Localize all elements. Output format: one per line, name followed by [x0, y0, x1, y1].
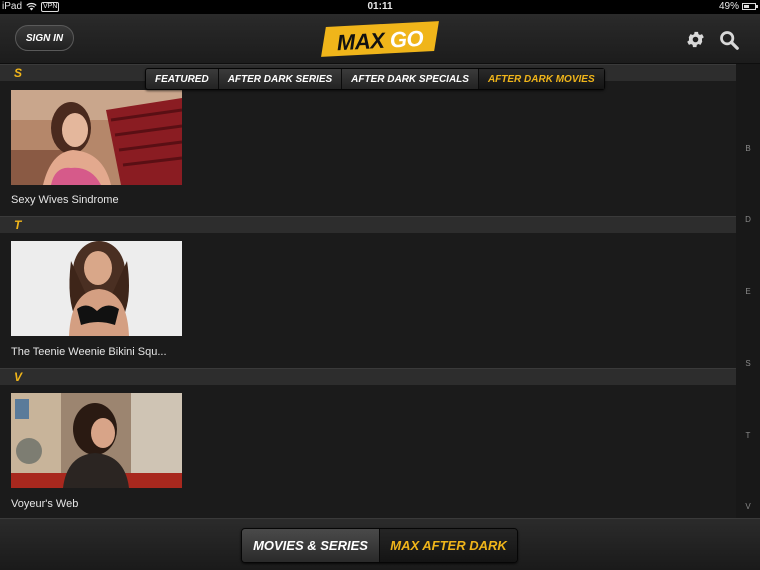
status-bar: iPad VPN 01:11 49% — [0, 0, 760, 14]
index-letter-v[interactable]: V — [736, 502, 760, 511]
thumbnail[interactable] — [11, 393, 182, 488]
title-list[interactable]: S Sexy Wives Sindrome T The Teenie Weeni… — [0, 64, 736, 518]
title-sexy-wives-sindrome[interactable]: Sexy Wives Sindrome — [11, 194, 119, 206]
thumbnail[interactable] — [11, 90, 182, 185]
tab-after-dark-movies[interactable]: AFTER DARK MOVIES — [478, 69, 604, 89]
logo-max: MAX — [336, 27, 385, 56]
search-icon[interactable] — [718, 29, 740, 51]
thumbnail-image — [11, 90, 182, 185]
section-switcher: MOVIES & SERIES MAX AFTER DARK — [241, 528, 518, 563]
tab-featured[interactable]: FEATURED — [146, 69, 219, 89]
sign-in-button[interactable]: SIGN IN — [15, 25, 74, 51]
gear-icon[interactable] — [685, 29, 706, 50]
title-voyeurs-web[interactable]: Voyeur's Web — [11, 498, 78, 510]
logo-text: MAX GO — [321, 25, 438, 57]
thumbnail[interactable] — [11, 241, 182, 336]
battery-fill — [744, 5, 749, 8]
index-letter-b[interactable]: B — [736, 144, 760, 153]
section-header-t: T — [0, 216, 736, 233]
tab-after-dark-series[interactable]: AFTER DARK SERIES — [219, 69, 343, 89]
app-screen: iPad VPN 01:11 49% SIGN IN MAX GO S Sexy… — [0, 0, 760, 570]
movies-and-series-button[interactable]: MOVIES & SERIES — [242, 529, 380, 562]
title-the-teenie-weenie-bikini[interactable]: The Teenie Weenie Bikini Squ... — [11, 346, 167, 358]
app-header: SIGN IN MAX GO — [0, 14, 760, 64]
index-letter-d[interactable]: D — [736, 215, 760, 224]
max-go-logo: MAX GO — [321, 18, 439, 58]
tab-after-dark-specials[interactable]: AFTER DARK SPECIALS — [342, 69, 479, 89]
thumbnail-image — [11, 241, 182, 336]
thumbnail-image — [11, 393, 182, 488]
battery-percent: 49% — [718, 1, 739, 12]
bottom-bar: MOVIES & SERIES MAX AFTER DARK — [0, 518, 760, 570]
logo-go: GO — [389, 25, 424, 53]
index-letter-s[interactable]: S — [736, 359, 760, 368]
section-header-v: V — [0, 368, 736, 385]
battery-icon — [742, 3, 758, 10]
max-after-dark-button[interactable]: MAX AFTER DARK — [380, 529, 517, 562]
alphabet-index[interactable]: B D E S T V — [736, 64, 760, 518]
status-right: 49% — [718, 1, 758, 12]
index-letter-e[interactable]: E — [736, 287, 760, 296]
index-letter-t[interactable]: T — [736, 431, 760, 440]
category-tabs: FEATURED AFTER DARK SERIES AFTER DARK SP… — [145, 68, 605, 90]
clock: 01:11 — [367, 1, 393, 12]
